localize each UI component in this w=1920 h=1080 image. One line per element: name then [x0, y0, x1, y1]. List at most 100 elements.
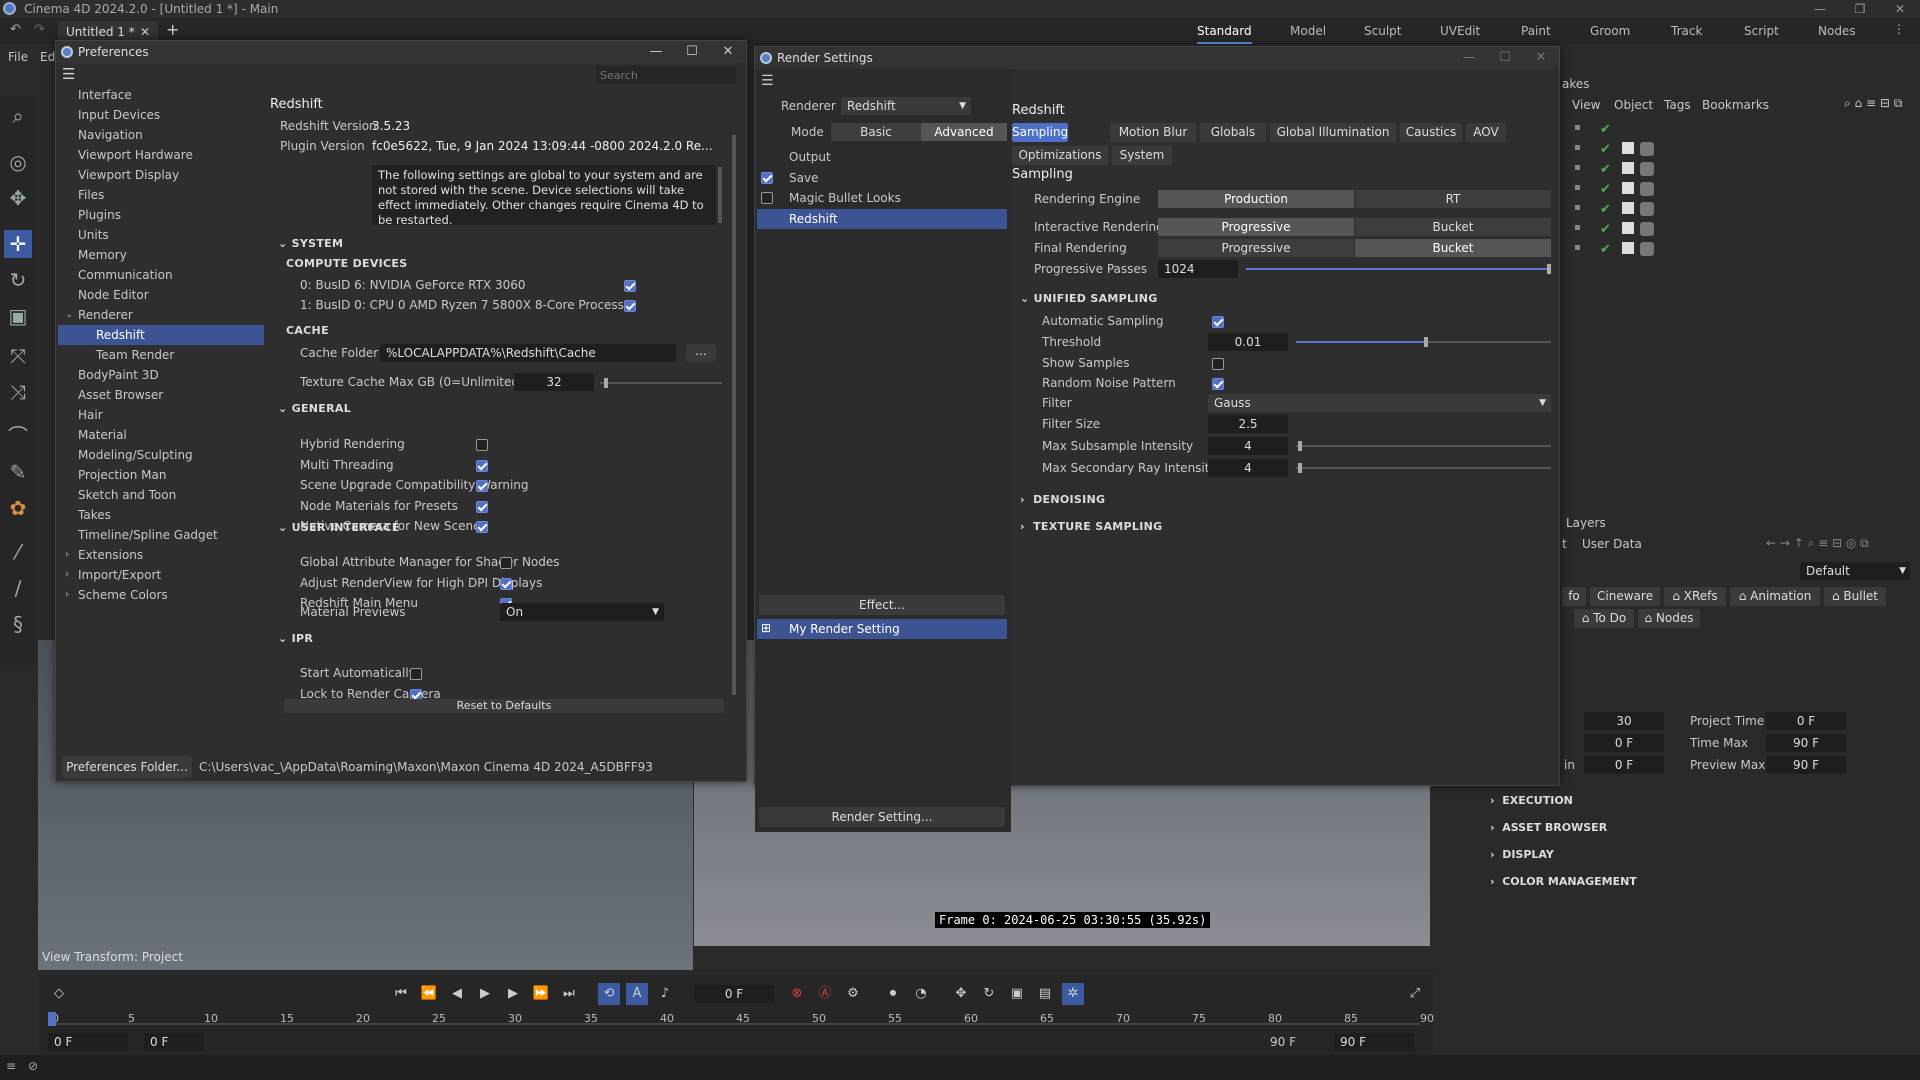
attr-tab-cineware[interactable]: Cineware [1590, 587, 1660, 606]
select-icon[interactable]: ✥ [4, 184, 32, 212]
nav-item[interactable]: Interface [58, 85, 264, 105]
threshold-knob[interactable] [1423, 337, 1428, 347]
undo-icon[interactable]: ↶ [10, 22, 21, 37]
progressive-passes-knob[interactable] [1547, 264, 1551, 274]
attr-tab-xrefs[interactable]: ⌂ XRefs [1664, 587, 1726, 606]
rs-item-checkbox[interactable] [761, 192, 773, 204]
section-color-management[interactable]: › COLOR MANAGEMENT [1490, 875, 1637, 888]
pref-scrollbar[interactable] [732, 135, 736, 695]
rs-menu-icon[interactable]: ☰ [761, 73, 774, 89]
pref-menu-icon[interactable]: ☰ [62, 65, 75, 83]
min-time-field[interactable]: 0 F [1584, 734, 1664, 752]
magnet-icon[interactable]: § [4, 610, 32, 638]
nav-item[interactable]: › Scheme Colors [58, 585, 264, 605]
attr-tab-nodes[interactable]: ⌂ Nodes [1638, 609, 1700, 628]
snap-icon[interactable]: ⤨ [4, 378, 32, 406]
info-scrollbar[interactable] [718, 167, 722, 223]
attr-tab-todo[interactable]: ⌂ To Do [1574, 609, 1634, 628]
rs-maximize-icon[interactable]: ☐ [1487, 47, 1523, 69]
transform-icon[interactable]: ⤧ [4, 342, 32, 370]
material-tag-icon[interactable] [1640, 182, 1654, 196]
layout-track[interactable]: Track [1671, 24, 1702, 38]
nav-item[interactable]: Projection Man [58, 465, 264, 485]
layout-paint[interactable]: Paint [1521, 24, 1551, 38]
threshold-field[interactable]: 0.01 [1208, 333, 1288, 351]
nav-item[interactable]: Sketch and Toon [58, 485, 264, 505]
filter-dropdown[interactable]: Gauss ▼ [1208, 394, 1551, 412]
texture-cache-field[interactable]: 32 [514, 373, 594, 391]
rs-tab[interactable]: Optimizations [1012, 146, 1108, 165]
time-max-field[interactable]: 90 F [1766, 734, 1846, 752]
nav-item[interactable]: Modeling/Sculpting [58, 445, 264, 465]
layout-standard[interactable]: Standard [1197, 24, 1252, 44]
nav-item[interactable]: Takes [58, 505, 264, 525]
param-key-icon[interactable]: ◔ [910, 983, 932, 1005]
spline-pen-icon[interactable]: ⌒ [4, 422, 32, 450]
effect-button[interactable]: Effect... [759, 595, 1005, 615]
om-menu-object[interactable]: Object [1614, 98, 1653, 112]
rs-list-item[interactable]: Redshift [757, 208, 1007, 229]
next-frame-icon[interactable]: ▶ [502, 983, 524, 1005]
om-search-icon[interactable]: ⌕ ⌂ ≡ ⊟ ⧉ [1844, 96, 1902, 111]
layer-icon[interactable]: ▪ [1574, 242, 1581, 253]
tag-icon[interactable] [1622, 162, 1634, 174]
setting-checkbox[interactable] [500, 557, 512, 569]
rot-key-icon[interactable]: ↻ [978, 983, 1000, 1005]
attr-tab-animation[interactable]: ⌂ Animation [1730, 587, 1820, 606]
nav-item[interactable]: › Extensions [58, 545, 264, 565]
minimize-icon[interactable]: — [1800, 0, 1840, 18]
menu-file[interactable]: File [8, 50, 28, 64]
menu-lines-icon[interactable]: ≡ [6, 1059, 16, 1073]
show-samples-checkbox[interactable] [1212, 358, 1224, 370]
nav-item[interactable]: Node Editor [58, 285, 264, 305]
chevron-down-icon[interactable]: ⌄ [65, 305, 73, 325]
nav-item[interactable]: › Import/Export [58, 565, 264, 585]
tag-icon[interactable] [1622, 222, 1634, 234]
max-subsample-knob[interactable] [1298, 441, 1302, 451]
go-end-icon[interactable]: ⏭ [558, 983, 580, 1005]
pref-search-input[interactable] [596, 66, 736, 84]
mode-advanced[interactable]: Advanced [921, 123, 1007, 141]
denoising-header[interactable]: › DENOISING [1020, 493, 1105, 506]
prev-key-icon[interactable]: ⏪ [418, 983, 440, 1005]
play-icon[interactable]: ▶ [474, 983, 496, 1005]
chevron-right-icon[interactable]: › [65, 565, 69, 585]
object-row[interactable]: ▪ ✔ [1574, 242, 1914, 257]
more-icon[interactable]: ⋮ [1893, 22, 1905, 36]
interactive-progressive[interactable]: Progressive [1158, 218, 1354, 236]
enabled-check-icon[interactable]: ✔ [1600, 122, 1611, 137]
filter-size-field[interactable]: 2.5 [1208, 415, 1288, 433]
texture-cache-slider[interactable] [600, 382, 722, 384]
cache-browse-button[interactable]: ... [686, 344, 716, 362]
close-icon[interactable]: ✕ [1880, 0, 1920, 18]
rs-tab[interactable]: Sampling [1012, 123, 1068, 142]
setting-checkbox[interactable] [476, 439, 488, 451]
layout-script[interactable]: Script [1744, 24, 1779, 38]
current-frame-field[interactable]: 0 F [694, 985, 774, 1003]
mode-dropdown[interactable]: Default ▼ [1800, 562, 1910, 580]
autokey-icon[interactable]: Ⓐ [814, 983, 836, 1005]
next-key-icon[interactable]: ⏩ [530, 983, 552, 1005]
material-tag-icon[interactable] [1640, 202, 1654, 216]
object-row[interactable]: ▪ ✔ [1574, 122, 1914, 137]
render-settings-titlebar[interactable]: Render Settings — ☐ ✕ [755, 47, 1559, 69]
live-select-icon[interactable]: ◎ [4, 148, 32, 176]
preview-min-time-field[interactable]: 0 F [1584, 756, 1664, 774]
rs-minimize-icon[interactable]: — [1451, 47, 1487, 69]
nav-item[interactable]: Material [58, 425, 264, 445]
min-frame-field[interactable]: 0 F [48, 1033, 128, 1051]
nav-item[interactable]: ⌄ Renderer [58, 305, 264, 325]
device-0-checkbox[interactable] [624, 280, 636, 292]
keyframe-icon[interactable]: ◇ [48, 983, 70, 1005]
nav-item[interactable]: Navigation [58, 125, 264, 145]
object-row[interactable]: ▪ ✔ [1574, 142, 1914, 157]
material-previews-dropdown[interactable]: On ▼ [500, 603, 664, 621]
pla-key-icon[interactable]: ▤ [1034, 983, 1056, 1005]
tag-icon[interactable] [1622, 242, 1634, 254]
layer-icon[interactable]: ▪ [1574, 142, 1581, 153]
layer-icon[interactable]: ▪ [1574, 162, 1581, 173]
setting-checkbox[interactable] [476, 459, 488, 472]
final-progressive[interactable]: Progressive [1158, 239, 1354, 257]
progressive-passes-field[interactable]: 1024 [1158, 260, 1238, 278]
point-key-icon[interactable]: ✲ [1062, 983, 1084, 1005]
